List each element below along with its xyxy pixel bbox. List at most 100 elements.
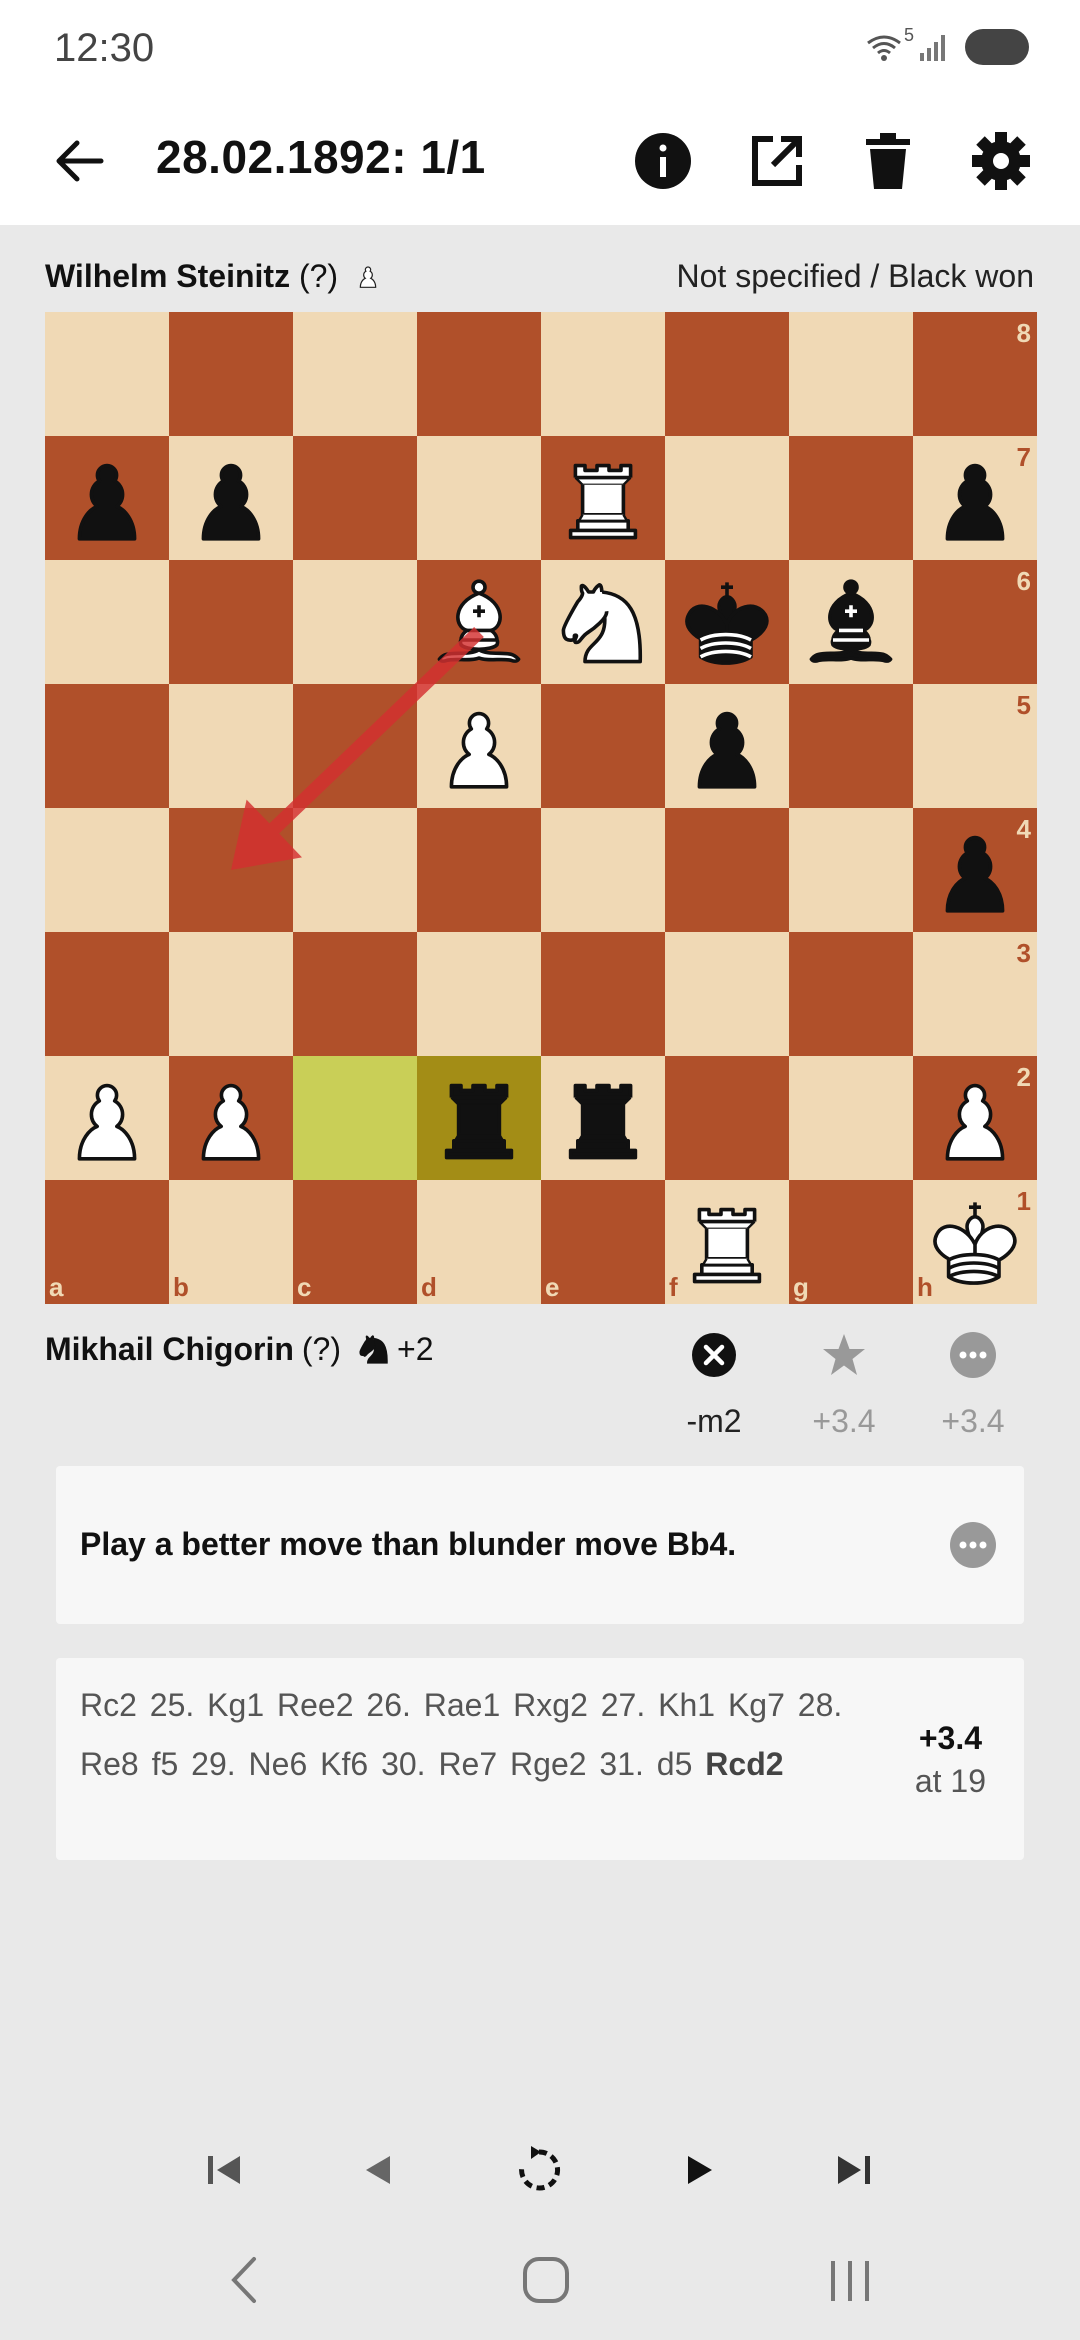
system-navigation — [0, 2230, 1080, 2330]
board-square-c3[interactable] — [293, 932, 417, 1056]
back-button[interactable] — [44, 126, 114, 196]
next-move-button[interactable] — [670, 2140, 730, 2200]
board-square-a1[interactable] — [45, 1180, 169, 1304]
bottom-player: Mikhail Chigorin (?) +2 — [45, 1330, 433, 1368]
board-square-f3[interactable] — [665, 932, 789, 1056]
status-icons: 5 — [864, 25, 1030, 66]
chess-board[interactable]: 8 7 6 5 4 3 2 1 a b c d e f g h — [45, 312, 1037, 1304]
line-move[interactable]: Kf6 — [320, 1746, 368, 1782]
hint-more-button[interactable] — [950, 1522, 996, 1568]
move-navigation — [0, 2130, 1080, 2210]
file-label: a — [49, 1272, 64, 1302]
board-square-e1[interactable] — [541, 1180, 665, 1304]
board-square-b3[interactable] — [169, 932, 293, 1056]
rank-label: 6 — [1017, 566, 1031, 596]
line-move[interactable]: f5 — [152, 1746, 179, 1782]
line-move[interactable]: Rc2 — [80, 1687, 137, 1723]
file-label: g — [793, 1272, 809, 1302]
line-move[interactable]: Kg7 — [728, 1687, 785, 1723]
board-square-c7[interactable] — [293, 436, 417, 560]
board-square-g4[interactable] — [789, 808, 913, 932]
file-label: b — [173, 1272, 189, 1302]
board-square-g5[interactable] — [789, 684, 913, 808]
board-square-e4[interactable] — [541, 808, 665, 932]
board-square-f8[interactable] — [665, 312, 789, 436]
board-square-g7[interactable] — [789, 436, 913, 560]
board-square-d3[interactable] — [417, 932, 541, 1056]
rank-label: 8 — [1017, 318, 1031, 348]
board-square-a8[interactable] — [45, 312, 169, 436]
board-square-c1[interactable] — [293, 1180, 417, 1304]
previous-move-button[interactable] — [348, 2140, 408, 2200]
signal-icon — [918, 31, 950, 63]
board-square-b6[interactable] — [169, 560, 293, 684]
board-square-g8[interactable] — [789, 312, 913, 436]
board-square-b8[interactable] — [169, 312, 293, 436]
board-square-f2[interactable] — [665, 1056, 789, 1180]
line-move-last[interactable]: Rcd2 — [705, 1746, 783, 1782]
home-icon — [521, 2255, 571, 2305]
board-square-f4[interactable] — [665, 808, 789, 932]
home-button[interactable] — [506, 2240, 586, 2320]
board-square-e8[interactable] — [541, 312, 665, 436]
board-square-a5[interactable] — [45, 684, 169, 808]
first-move-button[interactable] — [194, 2140, 254, 2200]
board-square-d8[interactable] — [417, 312, 541, 436]
recents-button[interactable] — [810, 2240, 890, 2320]
line-move[interactable]: 27. Kh1 — [601, 1687, 715, 1723]
board-square-b5[interactable] — [169, 684, 293, 808]
open-external-button[interactable] — [742, 126, 812, 196]
status-bar: 12:30 5 — [0, 0, 1080, 100]
board-square-f7[interactable] — [665, 436, 789, 560]
last-move-button[interactable] — [824, 2140, 884, 2200]
eval-best[interactable]: +3.4 — [784, 1332, 904, 1440]
board-square-a3[interactable] — [45, 932, 169, 1056]
line-move[interactable]: Rge2 — [510, 1746, 587, 1782]
previous-move-icon — [358, 2150, 398, 2190]
board-square-a4[interactable] — [45, 808, 169, 932]
board-svg[interactable]: 8 7 6 5 4 3 2 1 a b c d e f g h — [45, 312, 1037, 1304]
settings-button[interactable] — [966, 126, 1036, 196]
file-label: h — [917, 1272, 933, 1302]
line-move[interactable]: 31. d5 — [599, 1746, 692, 1782]
material-advantage: +2 — [397, 1330, 434, 1367]
star-icon — [821, 1332, 867, 1378]
settings-icon — [971, 131, 1031, 191]
board-square-e5[interactable] — [541, 684, 665, 808]
replay-icon — [513, 2144, 565, 2196]
board-square-c6[interactable] — [293, 560, 417, 684]
file-label: e — [545, 1272, 559, 1302]
board-square-c2[interactable] — [293, 1056, 417, 1180]
eval-best-value: +3.4 — [812, 1403, 876, 1439]
engine-line-moves: Rc2 25. Kg1 Ree2 26. Rae1 Rxg2 27. Kh1 K… — [80, 1676, 860, 1794]
rank-label: 4 — [1017, 814, 1032, 844]
line-move[interactable]: 29. Ne6 — [191, 1746, 307, 1782]
delete-button[interactable] — [853, 126, 923, 196]
line-move[interactable]: 26. Rae1 — [366, 1687, 500, 1723]
hint-text: Play a better move than blunder move Bb4… — [80, 1526, 737, 1562]
board-square-e3[interactable] — [541, 932, 665, 1056]
line-move[interactable]: 30. Re7 — [381, 1746, 497, 1782]
board-square-d4[interactable] — [417, 808, 541, 932]
line-move[interactable]: Ree2 — [277, 1687, 354, 1723]
app-bar: 28.02.1892: 1/1 — [0, 100, 1080, 225]
eval-blunder[interactable]: -m2 — [654, 1332, 774, 1440]
white-pawn-icon — [353, 259, 383, 293]
engine-line-card[interactable]: Rc2 25. Kg1 Ree2 26. Rae1 Rxg2 27. Kh1 K… — [56, 1658, 1024, 1860]
eval-other[interactable]: +3.4 — [913, 1332, 1033, 1440]
board-square-c4[interactable] — [293, 808, 417, 932]
board-square-g3[interactable] — [789, 932, 913, 1056]
rank-label: 5 — [1017, 690, 1031, 720]
system-back-button[interactable] — [204, 2240, 284, 2320]
board-square-c8[interactable] — [293, 312, 417, 436]
line-move[interactable]: Rxg2 — [513, 1687, 588, 1723]
board-square-a6[interactable] — [45, 560, 169, 684]
line-move[interactable]: 25. Kg1 — [150, 1687, 264, 1723]
board-square-g2[interactable] — [789, 1056, 913, 1180]
engine-line-score: +3.4 — [918, 1720, 982, 1756]
rank-label: 3 — [1017, 938, 1031, 968]
replay-button[interactable] — [509, 2140, 569, 2200]
board-square-d7[interactable] — [417, 436, 541, 560]
delete-icon — [866, 133, 910, 189]
info-button[interactable] — [628, 126, 698, 196]
